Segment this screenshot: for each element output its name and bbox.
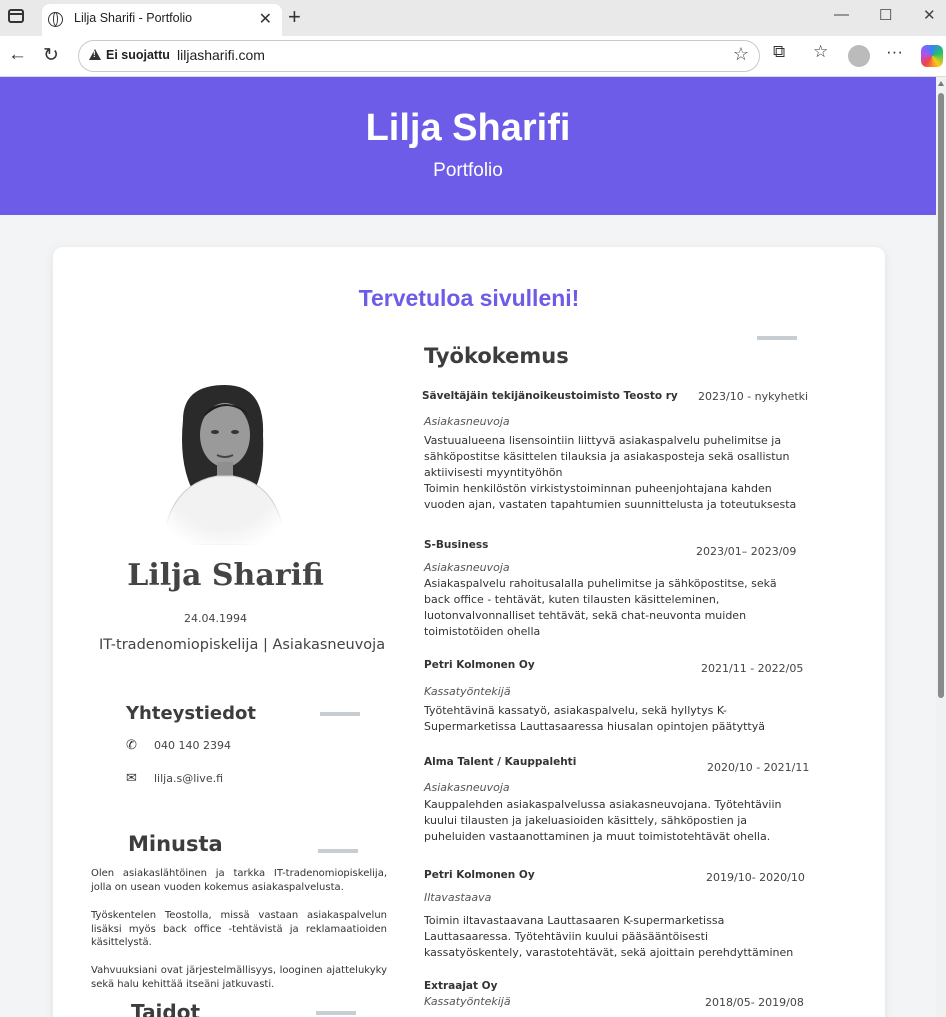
new-tab-icon[interactable]: + bbox=[288, 4, 301, 30]
job-role: Asiakasneuvoja bbox=[424, 415, 510, 428]
about-paragraph: Vahvuuksiani ovat järjestelmällisyys, lo… bbox=[91, 965, 387, 990]
job-company: Säveltäjäin tekijänoikeustoimisto Teosto… bbox=[422, 390, 678, 402]
cv-birthdate: 24.04.1994 bbox=[184, 612, 247, 625]
close-tab-icon[interactable]: ✕ bbox=[259, 9, 272, 29]
skills-divider bbox=[316, 1011, 356, 1015]
url-text[interactable]: liljasharifi.com bbox=[177, 47, 265, 63]
warning-icon[interactable] bbox=[89, 49, 101, 60]
site-subtitle: Portfolio bbox=[433, 160, 503, 181]
job-description: Kauppalehden asiakaspalvelussa asiakasne… bbox=[424, 798, 782, 843]
security-label[interactable]: Ei suojattu bbox=[106, 48, 170, 62]
maximize-icon[interactable]: ☐ bbox=[879, 6, 892, 24]
site-header: Lilja Sharifi Portfolio bbox=[0, 77, 936, 215]
experience-heading: Työkokemus bbox=[424, 344, 569, 368]
job-dates: 2021/11 - 2022/05 bbox=[701, 662, 804, 675]
sidebar-toggle-icon[interactable] bbox=[8, 9, 24, 23]
job-description: Toimin iltavastaavana Lauttasaaren K-sup… bbox=[424, 914, 794, 959]
job-dates: 2020/10 - 2021/11 bbox=[707, 761, 810, 774]
job-company: S-Business bbox=[424, 539, 489, 551]
skills-heading: Taidot bbox=[131, 1000, 201, 1017]
phone-icon: ✆ bbox=[126, 738, 137, 753]
favorite-star-icon[interactable]: ☆ bbox=[733, 44, 749, 65]
phone-number: 040 140 2394 bbox=[154, 739, 231, 752]
cv-image: Lilja Sharifi 24.04.1994 IT-tradenomiopi… bbox=[53, 247, 885, 1017]
more-menu-icon[interactable]: ··· bbox=[886, 42, 903, 62]
job-role: Kassatyöntekijä bbox=[424, 995, 511, 1008]
job-role: Asiakasneuvoja bbox=[424, 781, 510, 794]
content-card: Tervetuloa sivulleni! Lilja Sharifi 24.0… bbox=[53, 247, 885, 1017]
address-toolbar: ← ↻ Ei suojattu liljasharifi.com ☆ ⧉ ☆ ·… bbox=[0, 36, 946, 77]
job-role: Kassatyöntekijä bbox=[424, 685, 511, 698]
job-company: Extraajat Oy bbox=[424, 980, 498, 992]
minimize-icon[interactable]: — bbox=[834, 6, 849, 23]
about-paragraph: Työskentelen Teostolla, missä vastaan as… bbox=[91, 910, 387, 948]
page-viewport: Lilja Sharifi Portfolio Tervetuloa sivul… bbox=[0, 77, 936, 1017]
globe-icon bbox=[48, 12, 63, 27]
close-window-icon[interactable]: ✕ bbox=[923, 6, 936, 24]
email-icon: ✉ bbox=[126, 771, 137, 786]
profile-avatar[interactable] bbox=[848, 45, 870, 67]
experience-divider bbox=[757, 336, 797, 340]
job-description: Työtehtävinä kassatyö, asiakaspalvelu, s… bbox=[424, 704, 765, 733]
job-description: Asiakaspalvelu rahoitusalalla puhelimits… bbox=[424, 577, 777, 638]
profile-photo bbox=[153, 380, 293, 545]
about-divider bbox=[318, 849, 358, 853]
tab-title: Lilja Sharifi - Portfolio bbox=[74, 11, 193, 25]
extensions-icon[interactable]: ⧉ bbox=[773, 42, 785, 62]
job-company: Petri Kolmonen Oy bbox=[424, 869, 535, 881]
browser-tab-strip: Lilja Sharifi - Portfolio ✕ + — ☐ ✕ bbox=[0, 0, 946, 36]
scroll-up-arrow-icon[interactable] bbox=[938, 81, 944, 86]
cv-role: IT-tradenomiopiskelija | Asiakasneuvoja bbox=[99, 637, 386, 653]
job-description: Vastuualueena lisensointiin liittyvä asi… bbox=[424, 434, 797, 511]
job-company: Alma Talent / Kauppalehti bbox=[424, 756, 577, 768]
cv-name: Lilja Sharifi bbox=[127, 558, 324, 593]
job-dates: 2023/01– 2023/09 bbox=[696, 545, 797, 558]
job-role: Iltavastaava bbox=[424, 891, 492, 904]
email-address: lilja.s@live.fi bbox=[154, 772, 224, 785]
about-paragraph: Olen asiakaslähtöinen ja tarkka IT-trade… bbox=[91, 868, 387, 893]
back-icon[interactable]: ← bbox=[8, 44, 27, 66]
browser-tab[interactable]: Lilja Sharifi - Portfolio ✕ bbox=[42, 4, 282, 36]
address-bar[interactable]: Ei suojattu liljasharifi.com ☆ bbox=[78, 40, 760, 72]
favorites-icon[interactable]: ☆ bbox=[813, 42, 828, 62]
contact-heading: Yhteystiedot bbox=[126, 703, 256, 724]
about-heading: Minusta bbox=[128, 832, 223, 856]
job-dates: 2023/10 - nykyhetki bbox=[698, 390, 809, 403]
reload-icon[interactable]: ↻ bbox=[43, 44, 59, 67]
job-dates: 2019/10- 2020/10 bbox=[706, 871, 805, 884]
job-dates: 2018/05- 2019/08 bbox=[705, 996, 804, 1009]
job-role: Asiakasneuvoja bbox=[424, 561, 510, 574]
page-scrollbar[interactable] bbox=[936, 77, 946, 1017]
site-title: Lilja Sharifi bbox=[365, 107, 571, 149]
scrollbar-thumb[interactable] bbox=[938, 93, 944, 698]
job-company: Petri Kolmonen Oy bbox=[424, 659, 535, 671]
contact-divider bbox=[320, 712, 360, 716]
copilot-icon[interactable] bbox=[921, 45, 943, 67]
